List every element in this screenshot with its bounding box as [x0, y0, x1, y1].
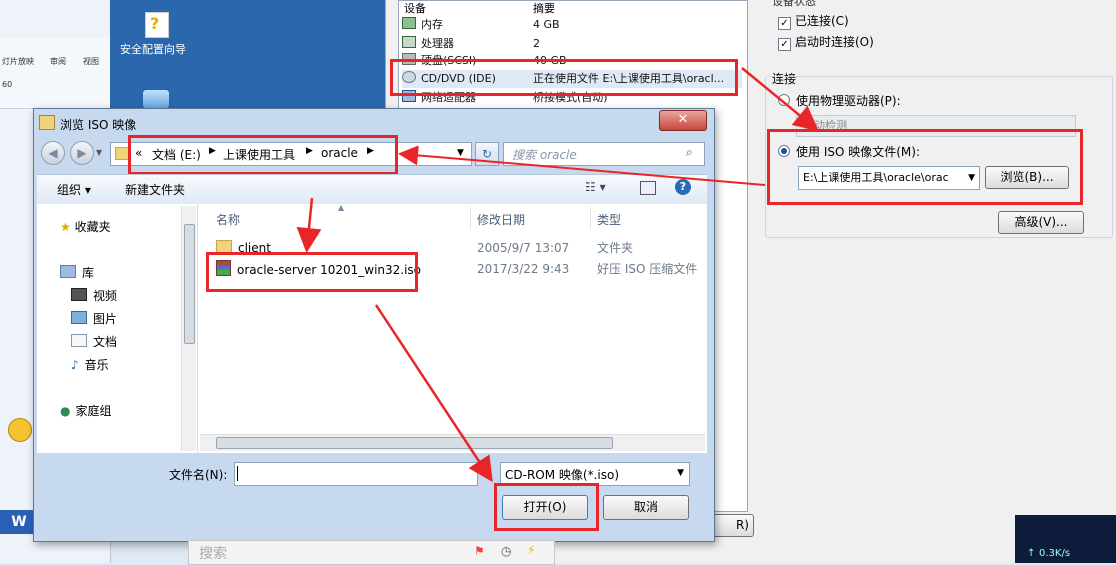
lightning-icon[interactable]: ⚡: [527, 543, 535, 557]
annotation-arrows: [296, 67, 819, 483]
arrow-iso-to-path: [398, 145, 766, 186]
bottom-search-placeholder: 搜索: [199, 546, 227, 562]
arrow-file-to-open: [374, 304, 493, 483]
network-speed-widget[interactable]: ↑ 0.3K/s: [1015, 515, 1116, 563]
bottom-search-bar[interactable]: 搜索 ⚑ ◷ ⚡: [188, 540, 555, 565]
clock-icon[interactable]: ◷: [501, 544, 511, 558]
flag-icon[interactable]: ⚑: [474, 544, 485, 558]
arrow-cdrom-to-iso: [741, 67, 819, 132]
arrow-path-to-file: [296, 197, 322, 253]
net-speed-text: 0.3K/s: [1039, 548, 1071, 559]
upload-arrow-icon: ↑: [1027, 548, 1036, 559]
